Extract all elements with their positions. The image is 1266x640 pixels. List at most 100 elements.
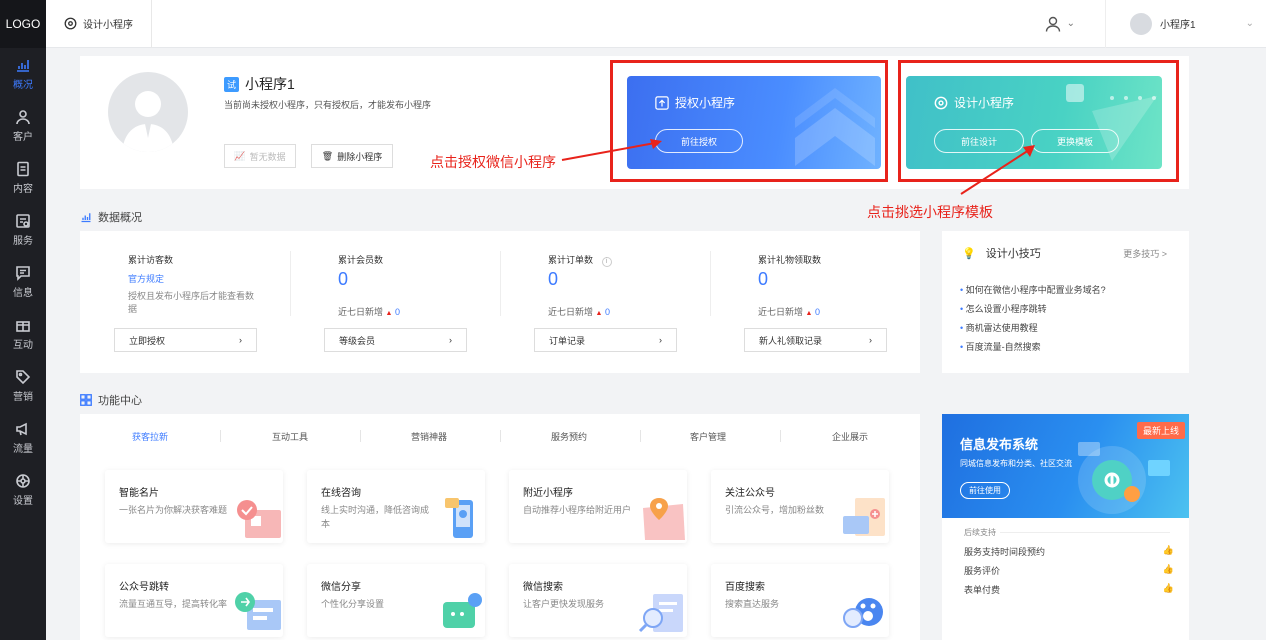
top-right: ⌄ 小程序1 ⌄ [1045,0,1266,48]
feature-card[interactable]: 在线咨询 线上实时沟通，降低咨询成本 [307,470,485,543]
tab-marketing[interactable]: 营销神器 [411,430,447,443]
tab-design-miniprogram[interactable]: 设计小程序 [46,0,152,48]
annotation-template-hint: 点击挑选小程序模板 [867,204,993,220]
chart-icon: 📈 [234,150,246,161]
megaphone-icon [16,422,27,436]
logo[interactable]: LOGO [0,0,46,48]
annotation-authorize-hint: 点击授权微信小程序 [430,154,556,170]
sidebar-item-message[interactable]: 信息 [0,256,46,308]
support-item[interactable]: 服务评价 👍 [964,564,1174,577]
go-use-button[interactable]: 前往使用 [960,482,1010,499]
chart-icon [17,60,29,72]
app-name: 试 小程序1 [224,74,295,94]
divider [1000,532,1170,533]
official-rule-link[interactable]: 官方规定 [128,272,164,285]
tip-text: 怎么设置小程序跳转 [965,304,1047,314]
support-item[interactable]: 表单付费 👍 [964,583,1174,596]
tab-acquisition[interactable]: 获客拉新 [132,430,168,443]
arrow-icon [960,145,1035,195]
stat-members: 累计会员数 0 近七日新增 ▲ 0 等级会员 › [290,231,500,373]
feature-card[interactable]: 微信搜索 让客户更快发现服务 [509,564,687,637]
authorize-now-button[interactable]: 立即授权 › [114,328,257,352]
tab-customer-mgmt[interactable]: 客户管理 [690,430,726,443]
delete-miniprogram-button[interactable]: 🗑 删除小程序 [311,144,393,168]
stat-value: 0 [548,269,559,289]
sidebar: LOGO 概况 客户 内容 服务 信息 互动 营销 流量 设置 [0,0,46,640]
feature-card[interactable]: 公众号跳转 流量互通互导，提高转化率 [105,564,283,637]
sidebar-item-marketing[interactable]: 营销 [0,360,46,412]
feature-desc: 让客户更快发现服务 [523,599,605,609]
feature-desc: 个性化分享设置 [321,599,385,609]
feature-card[interactable]: 百度搜索 搜索直达服务 [711,564,889,637]
feature-card[interactable]: 关注公众号 引流公众号，增加粉丝数 [711,470,889,543]
promo-banner[interactable]: 最新上线 信息发布系统 同城信息发布和分类、社区交流 前往使用 [942,414,1189,518]
tip-item[interactable]: • 百度流量-自然搜索 [960,338,1106,357]
tab-company-showcase[interactable]: 企业展示 [832,430,868,443]
stat-orders: 累计订单数 i 0 近七日新增 ▲ 0 订单记录 › [500,231,710,373]
feature-title: 智能名片 [119,488,159,499]
stat-visitors: 累计访客数 官方规定 授权且发布小程序后才能查看数据 立即授权 › [80,231,290,373]
sidebar-item-overview[interactable]: 概况 [0,48,46,100]
feature-desc: 线上实时沟通，降低咨询成本 [321,505,430,529]
support-item[interactable]: 服务支持时间段预约 👍 [964,545,1174,558]
sidebar-item-interaction[interactable]: 互动 [0,308,46,360]
function-center: 获客拉新 互动工具 营销神器 服务预约 客户管理 企业展示 智能名片 一张名片为… [80,414,920,640]
info-icon[interactable]: i [601,257,612,267]
promo-panel: 最新上线 信息发布系统 同城信息发布和分类、社区交流 前往使用 后续支持 服务支… [942,414,1189,640]
stat-sub: 近七日新增 ▲ 0 [338,307,400,317]
tips-title-text: 设计小技巧 [985,248,1041,260]
support-item-label: 服务评价 [964,566,1001,576]
user-menu[interactable]: ⌄ [1045,0,1106,48]
stat-value: 0 [758,269,769,289]
feature-card[interactable]: 智能名片 一张名片为你解决获客难题 [105,470,283,543]
sidebar-item-content[interactable]: 内容 [0,152,46,204]
chevron-down-icon: ⌄ [1066,18,1075,29]
support-item-label: 服务支持时间段预约 [964,547,1046,557]
person-icon [16,110,30,125]
baidu-search-icon [843,598,883,628]
section-title-text: 功能中心 [98,395,142,407]
more-tips-link[interactable]: 更多技巧 > [1123,247,1167,260]
chevron-right-icon: › [239,335,242,345]
sidebar-item-settings[interactable]: 设置 [0,464,46,516]
feature-title: 微信分享 [321,582,361,593]
tips-title: 💡 设计小技巧 [962,245,1041,261]
data-overview-title: 数据概况 [80,209,142,225]
sidebar-item-label: 内容 [13,184,33,195]
stat-value: 0 [338,269,349,289]
button-label: 订单记录 [549,335,586,346]
app-description: 当前尚未授权小程序，只有授权后，才能发布小程序 [224,100,432,110]
chevron-right-icon: › [869,335,872,345]
stat-sub-label: 近七日新增 [548,307,594,317]
stat-sub-value: 0 [814,307,820,317]
tip-text: 商机雷达使用教程 [965,323,1038,333]
member-levels-button[interactable]: 等级会员 › [324,328,467,352]
tip-item[interactable]: • 怎么设置小程序跳转 [960,300,1106,319]
button-label: 等级会员 [339,335,376,346]
sidebar-item-customer[interactable]: 客户 [0,100,46,152]
tab-label: 设计小程序 [83,20,133,31]
tab-interaction-tools[interactable]: 互动工具 [272,430,308,443]
settings-icon [16,474,30,488]
divider [360,430,361,442]
sidebar-item-traffic[interactable]: 流量 [0,412,46,464]
order-records-button[interactable]: 订单记录 › [534,328,677,352]
stat-sub: 近七日新增 ▲ 0 [758,307,820,317]
feature-title: 在线咨询 [321,488,361,499]
feature-card[interactable]: 微信分享 个性化分享设置 [307,564,485,637]
stat-sub-value: 0 [394,307,400,317]
search-icon [638,594,683,633]
tip-item[interactable]: • 商机雷达使用教程 [960,319,1106,338]
account-menu[interactable]: 小程序1 ⌄ [1106,12,1266,35]
trial-badge: 试 [224,76,240,92]
tag-icon [16,370,31,385]
wechat-share-icon [443,593,482,628]
gift-icon [16,321,30,332]
section-title-text: 数据概况 [98,212,142,224]
feature-card[interactable]: 附近小程序 自动推荐小程序给附近用户 [509,470,687,543]
sidebar-item-service[interactable]: 服务 [0,204,46,256]
tip-item[interactable]: • 如何在微信小程序中配置业务域名? [960,281,1106,300]
tab-appointments[interactable]: 服务预约 [551,430,587,443]
gift-records-button[interactable]: 新人礼领取记录 › [744,328,887,352]
stat-label-text: 累计订单数 [548,255,594,265]
